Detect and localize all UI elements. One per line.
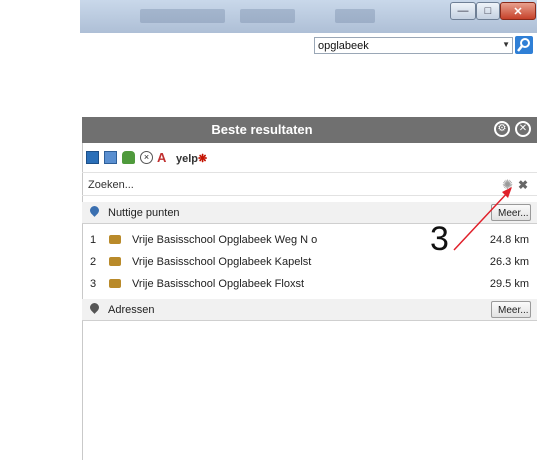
section-label: Nuttige punten xyxy=(108,207,180,219)
annotation-arrow xyxy=(453,187,512,251)
result-name: Vrije Basisschool Opglabeek Weg N o xyxy=(132,234,318,246)
close-circle-icon[interactable]: ✕ xyxy=(515,121,531,137)
school-bus-icon xyxy=(109,235,121,244)
result-index: 1 xyxy=(90,234,97,246)
search-input[interactable] xyxy=(315,38,496,53)
maximize-icon: □ xyxy=(484,5,492,17)
map-pin-icon xyxy=(88,301,101,314)
chevron-down-icon[interactable]: ▼ xyxy=(502,40,510,49)
result-name: Vrije Basisschool Opglabeek Kapelst xyxy=(132,256,312,268)
result-index: 3 xyxy=(90,278,97,290)
photo-icon[interactable] xyxy=(86,151,99,164)
result-distance: 29.5 km xyxy=(489,278,529,290)
clear-circle-icon[interactable]: × xyxy=(140,151,153,164)
background-tab xyxy=(240,9,295,23)
filter-toolbar: × A yelp❋ xyxy=(82,148,537,170)
bag-icon[interactable] xyxy=(122,151,135,164)
school-bus-icon xyxy=(109,257,121,266)
search-button[interactable] xyxy=(515,36,533,54)
panel-title: Beste resultaten xyxy=(211,122,313,137)
result-name: Vrije Basisschool Opglabeek Floxst xyxy=(132,278,305,290)
map-pin-icon xyxy=(88,204,101,217)
close-icon: ✕ xyxy=(513,5,523,18)
minimize-button[interactable]: — xyxy=(450,2,476,20)
background-tab xyxy=(140,9,225,23)
yelp-logo[interactable]: yelp❋ xyxy=(176,152,207,165)
search-filter-label: Zoeken... xyxy=(88,179,134,191)
school-bus-icon xyxy=(109,279,121,288)
close-button[interactable]: ✕ xyxy=(500,2,536,20)
font-a-icon[interactable]: A xyxy=(157,151,170,164)
document-icon[interactable] xyxy=(104,151,117,164)
minimize-icon: — xyxy=(457,5,469,17)
search-field[interactable]: ▼ xyxy=(314,37,513,54)
panel-header: Beste resultaten ⚙ ✕ xyxy=(82,117,537,143)
more-button[interactable]: Meer... xyxy=(491,301,531,318)
list-item[interactable]: 3 Vrije Basisschool Opglabeek Floxst 29.… xyxy=(82,273,537,295)
search-icon xyxy=(517,38,530,52)
section-label: Adressen xyxy=(108,304,155,316)
maximize-button[interactable]: □ xyxy=(476,2,500,20)
result-index: 2 xyxy=(90,256,97,268)
background-tab xyxy=(335,9,375,23)
section-header-addresses: Adressen Meer... xyxy=(82,299,537,321)
gear-icon[interactable]: ⚙ xyxy=(494,121,510,137)
